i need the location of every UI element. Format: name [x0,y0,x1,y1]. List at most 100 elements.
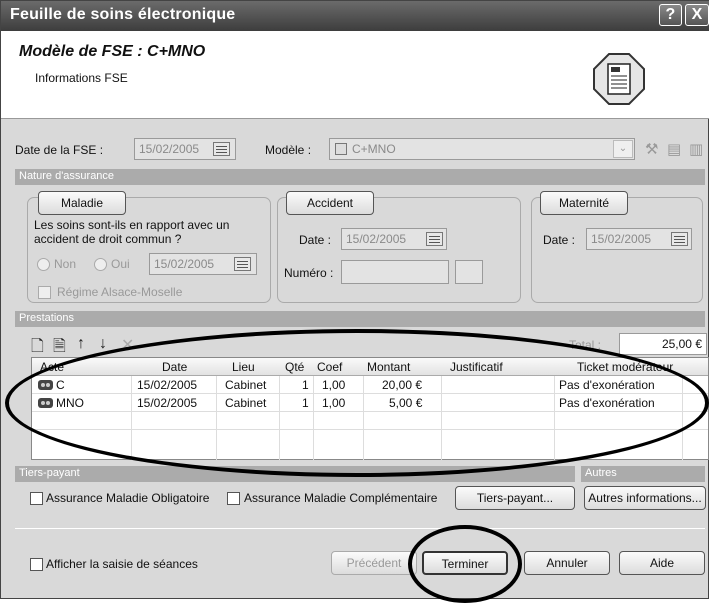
model-delete-icon[interactable]: ▥ [689,140,703,158]
column-header-qte[interactable]: Qté [285,360,304,374]
non-label: Non [54,257,77,271]
row-divider [32,429,708,430]
close-button[interactable]: X [685,4,709,26]
modele-select[interactable]: C+MNO [329,138,635,160]
seances-label: Afficher la saisie de séances [46,557,198,571]
column-divider [279,376,280,460]
numero-key-field[interactable] [455,260,483,284]
column-divider [363,376,364,460]
acte-card-icon [38,380,53,390]
montant-cell: 5,00 € [389,396,423,410]
maternite-button[interactable]: Maternité [540,191,628,215]
amo-label: Assurance Maladie Obligatoire [46,491,210,505]
alsace-label: Régime Alsace-Moselle [57,285,183,299]
fse-dialog: Feuille de soins électronique ? X Modèle… [0,0,709,603]
radio-non[interactable] [37,258,50,271]
help-button[interactable]: ? [659,4,682,26]
fse-date-value: 15/02/2005 [139,142,200,156]
column-header-acte[interactable]: Acte [40,360,64,374]
separator [15,528,705,529]
precedent-button[interactable]: Précédent [331,551,417,575]
aide-button[interactable]: Aide [619,551,705,575]
model-doc-icon [335,143,347,155]
qte-cell: 1 [302,378,309,392]
terminer-button[interactable]: Terminer [422,551,508,575]
chevron-down-icon[interactable]: ⌄ [613,140,633,158]
header-panel: Modèle de FSE : C+MNO Informations FSE [1,31,709,119]
acte-card-icon [38,398,53,408]
row-divider [32,411,708,412]
column-header-date[interactable]: Date [162,360,187,374]
accident-question: Les soins sont-ils en rapport avec un ac… [34,218,230,246]
date-cell: 15/02/2005 [137,378,198,392]
prestations-table: Acte Date Lieu Qté Coef Montant Justific… [31,357,709,460]
acte-cell: C [38,378,65,392]
window-title: Feuille de soins électronique [10,6,236,23]
fse-date-label: Date de la FSE : [15,143,104,157]
column-header-justificatif[interactable]: Justificatif [450,360,503,374]
numero-field[interactable] [341,260,449,284]
column-header-coef[interactable]: Coef [317,360,342,374]
lieu-cell: Cabinet [225,378,267,392]
acte-cell: MNO [38,396,84,410]
numero-label: Numéro : [284,266,334,280]
delete-icon[interactable]: ✕ [121,335,134,355]
nature-section-bar: Nature d'assurance [15,169,705,185]
modele-label: Modèle : [265,143,312,157]
annuler-button[interactable]: Annuler [524,551,610,575]
tiers-payant-button[interactable]: Tiers-payant... [455,486,575,510]
seances-checkbox[interactable] [30,558,43,571]
column-header-montant[interactable]: Montant [367,360,410,374]
maternite-date-value: 15/02/2005 [591,232,652,246]
column-header-ticket[interactable]: Ticket modérateur [577,360,673,374]
calendar-icon[interactable] [671,232,688,246]
accident-button[interactable]: Accident [286,191,374,215]
qte-cell: 1 [302,396,309,410]
total-value: 25,00 € [661,337,702,351]
ticket-cell: Pas d'exonération [559,378,655,392]
autres-section-bar: Autres [581,466,705,482]
arrow-up-icon[interactable]: ↑ [77,335,85,353]
prestations-section-bar: Prestations [15,311,705,327]
maladie-date-value: 15/02/2005 [154,257,215,271]
amo-checkbox[interactable] [30,492,43,505]
model-save-icon[interactable]: ▤ [667,140,681,158]
column-divider [131,376,132,460]
column-divider [682,376,683,460]
maladie-button[interactable]: Maladie [38,191,126,215]
page-subtitle: Informations FSE [35,71,128,85]
column-divider [313,376,314,460]
date-cell: 15/02/2005 [137,396,198,410]
fse-document-icon [593,53,645,105]
title-bar: Feuille de soins électronique ? X [1,1,709,31]
accident-date-label: Date : [299,233,332,247]
column-header-lieu[interactable]: Lieu [232,360,255,374]
amc-label: Assurance Maladie Complémentaire [244,491,438,505]
autres-informations-button[interactable]: Autres informations... [584,486,706,510]
table-header: Acte Date Lieu Qté Coef Montant Justific… [32,358,708,376]
radio-oui[interactable] [94,258,107,271]
column-divider [441,376,442,460]
accident-date-value: 15/02/2005 [346,232,407,246]
lieu-cell: Cabinet [225,396,267,410]
column-divider [216,376,217,460]
coef-cell: 1,00 [322,378,346,392]
column-divider [554,376,555,460]
modele-value: C+MNO [352,142,396,156]
oui-label: Oui [111,257,130,271]
calendar-icon[interactable] [234,257,251,271]
acte-value: C [56,378,65,392]
total-label: Total : [569,338,602,352]
calendar-icon[interactable] [213,142,230,156]
maternite-date-label: Date : [543,233,576,247]
alsace-checkbox[interactable] [38,286,51,299]
amc-checkbox[interactable] [227,492,240,505]
tiers-section-bar: Tiers-payant [15,466,575,482]
calendar-icon[interactable] [426,232,443,246]
arrow-down-icon[interactable]: ↓ [99,335,107,353]
page-title: Modèle de FSE : C+MNO [19,43,206,60]
model-tools-icon[interactable]: ⚒ [645,140,658,158]
row-divider [32,393,708,394]
montant-cell: 20,00 € [382,378,423,392]
total-field: 25,00 € [619,333,707,355]
